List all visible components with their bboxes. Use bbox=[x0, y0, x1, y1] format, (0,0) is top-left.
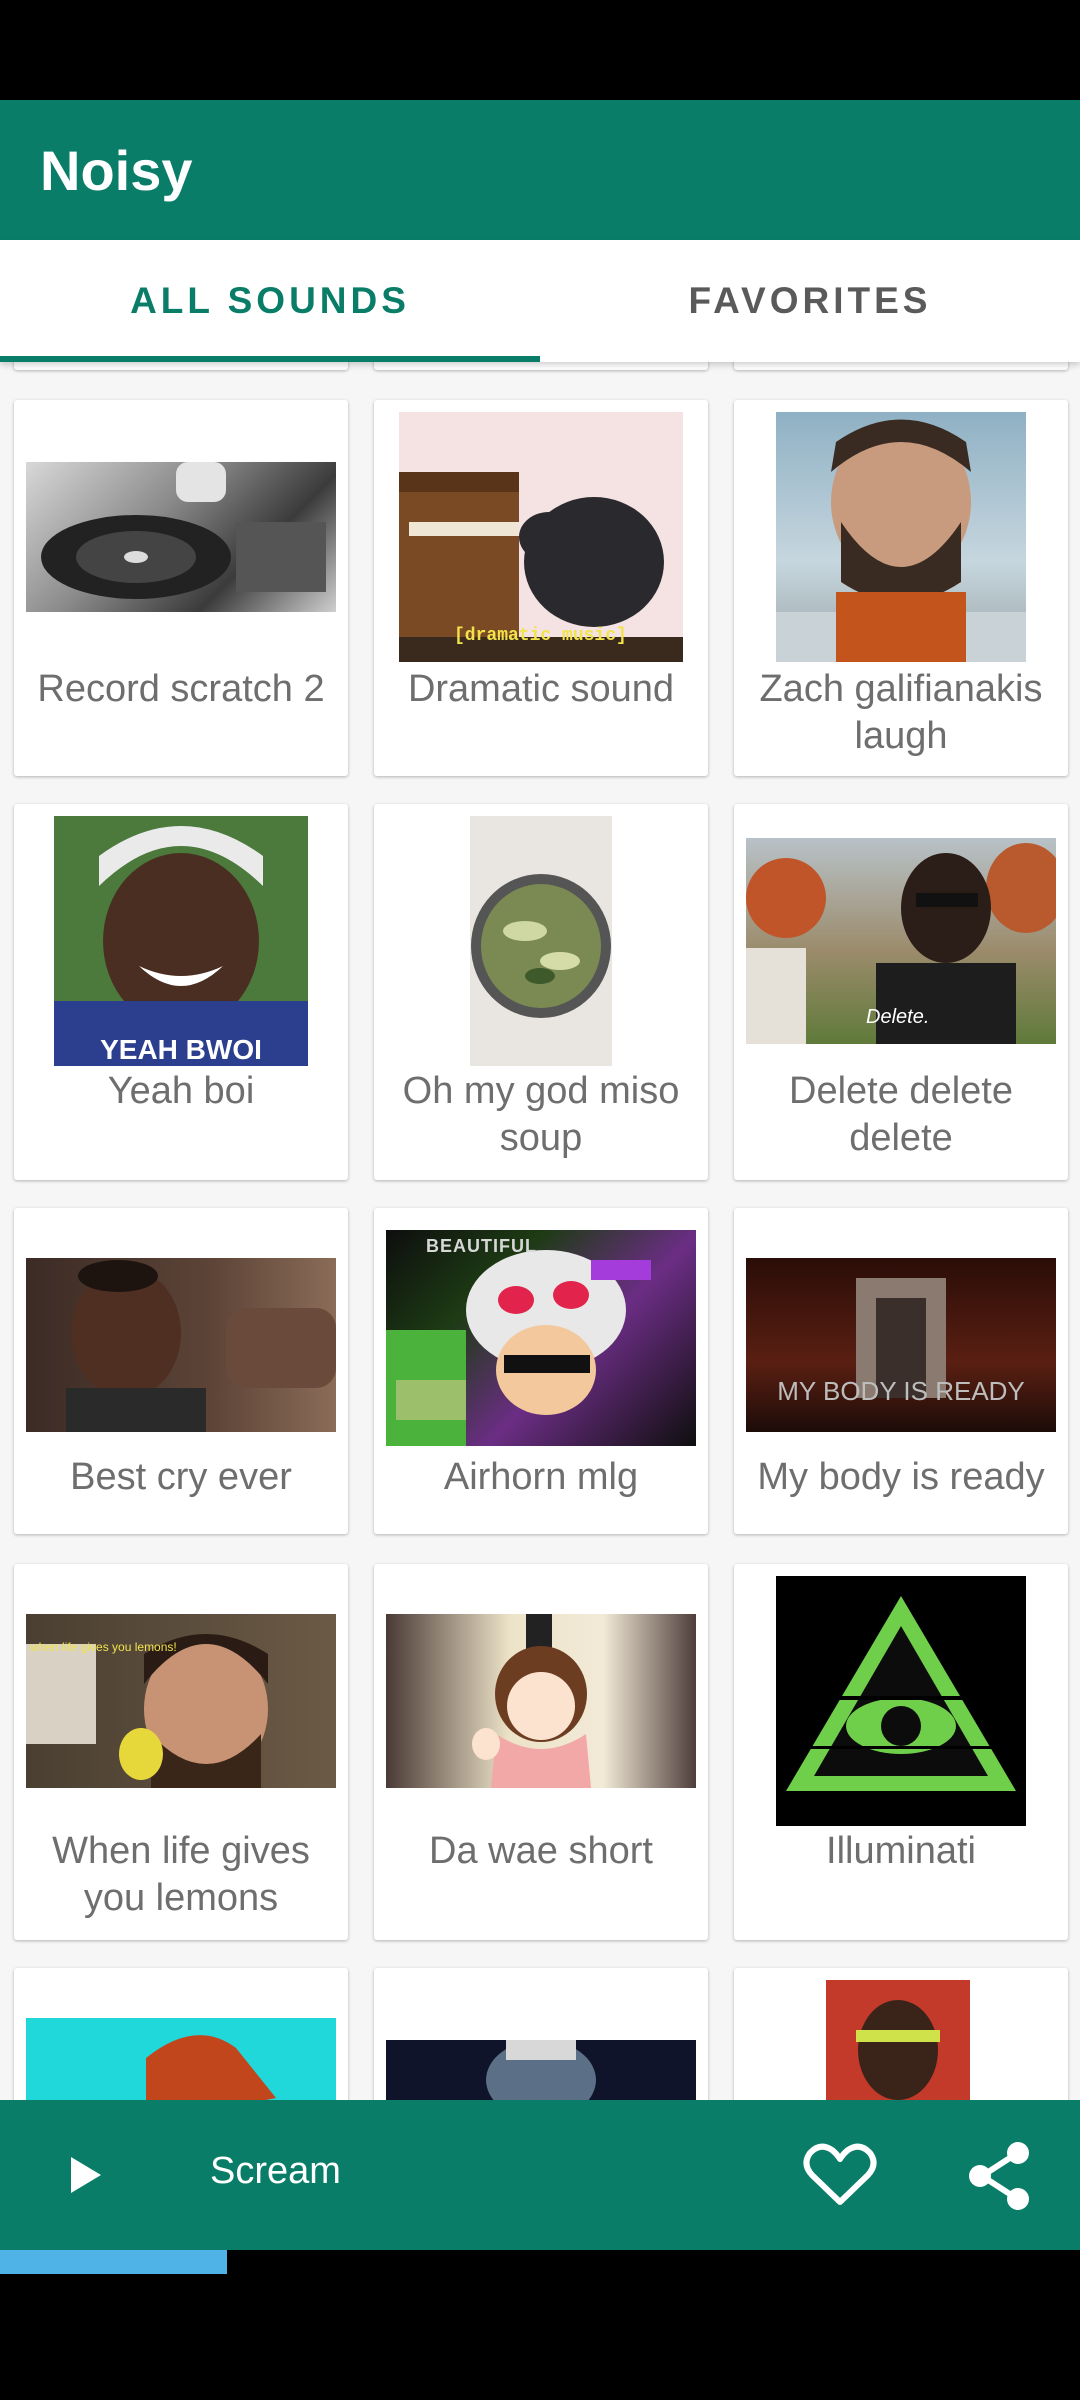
sound-thumbnail: when life gives you lemons! bbox=[26, 1614, 336, 1788]
app-title: Noisy bbox=[40, 139, 193, 202]
progress-fill bbox=[0, 2250, 227, 2274]
sound-card-when-life-gives-you-lemons[interactable]: when life gives you lemons! When life gi… bbox=[14, 1564, 348, 1940]
sound-card-zach-galifianakis-laugh[interactable]: Zach galifianakis laugh bbox=[734, 400, 1068, 776]
sound-label: Da wae short bbox=[429, 1830, 653, 1872]
sound-thumbnail bbox=[826, 1980, 970, 2100]
now-playing-title: Scream bbox=[210, 2150, 341, 2192]
share-icon bbox=[969, 2142, 1029, 2210]
sound-card-yeah-boi[interactable]: YEAH BWOI Yeah boi bbox=[14, 804, 348, 1180]
status-bar bbox=[0, 0, 1080, 100]
sound-label: Dramatic sound bbox=[407, 668, 675, 710]
sound-label: Best cry ever bbox=[70, 1456, 292, 1498]
playback-progress[interactable] bbox=[0, 2250, 1080, 2274]
sound-card-my-body-is-ready[interactable]: MY BODY IS READY My body is ready bbox=[734, 1208, 1068, 1534]
play-icon bbox=[71, 2157, 101, 2193]
share-button[interactable] bbox=[960, 2138, 1040, 2214]
sound-label: Oh my god miso soup bbox=[402, 1070, 680, 1159]
player-bar: Scream bbox=[0, 2100, 1080, 2250]
sound-label: My body is ready bbox=[757, 1456, 1045, 1498]
heart-outline-icon bbox=[803, 2143, 877, 2205]
thumbnail-caption: BEAUTIFUL bbox=[426, 1236, 537, 1256]
sound-label: Zach galifianakis laugh bbox=[759, 668, 1043, 757]
favorite-button[interactable] bbox=[800, 2140, 880, 2210]
app-bar: Noisy bbox=[0, 100, 1080, 240]
sound-label: Illuminati bbox=[826, 1830, 976, 1872]
thumbnail-caption: when life gives you lemons! bbox=[30, 1640, 177, 1654]
sound-card-record-scratch-2[interactable]: Record scratch 2 bbox=[14, 400, 348, 776]
sound-card[interactable] bbox=[14, 362, 348, 370]
sound-thumbnail bbox=[26, 2018, 336, 2100]
sound-thumbnail bbox=[776, 1576, 1026, 1826]
sound-thumbnail bbox=[26, 462, 336, 612]
sound-label: When life gives you lemons bbox=[52, 1830, 310, 1919]
sound-card-oh-my-god-miso-soup[interactable]: Oh my god miso soup bbox=[374, 804, 708, 1180]
sound-card[interactable] bbox=[14, 1968, 348, 2100]
play-button[interactable] bbox=[52, 2142, 118, 2208]
thumbnail-caption: [dramatic music] bbox=[454, 626, 627, 646]
sound-card[interactable] bbox=[374, 362, 708, 370]
tab-indicator bbox=[0, 356, 540, 362]
sound-thumbnail bbox=[470, 816, 612, 1066]
tab-all-sounds[interactable]: ALL SOUNDS bbox=[0, 240, 540, 362]
sound-card-delete-delete-delete[interactable]: Delete. Delete delete delete bbox=[734, 804, 1068, 1180]
sound-thumbnail: YEAH BWOI bbox=[54, 816, 308, 1066]
sound-thumbnail bbox=[386, 1614, 696, 1788]
sound-card-da-wae-short[interactable]: Da wae short bbox=[374, 1564, 708, 1940]
tab-bar: ALL SOUNDS FAVORITES bbox=[0, 240, 1080, 362]
sound-thumbnail bbox=[776, 412, 1026, 662]
sound-label: Airhorn mlg bbox=[443, 1456, 639, 1498]
sound-thumbnail: Delete. bbox=[746, 838, 1056, 1044]
sound-thumbnail bbox=[386, 2040, 696, 2100]
sound-card[interactable] bbox=[734, 1968, 1068, 2100]
sound-card-best-cry-ever[interactable]: Best cry ever bbox=[14, 1208, 348, 1534]
sound-thumbnail: BEAUTIFUL bbox=[386, 1230, 696, 1446]
sound-card[interactable] bbox=[734, 362, 1068, 370]
thumbnail-caption: Delete. bbox=[866, 1006, 930, 1028]
sound-card-illuminati[interactable]: Illuminati bbox=[734, 1564, 1068, 1940]
sound-card-airhorn-mlg[interactable]: BEAUTIFUL Airhorn mlg bbox=[374, 1208, 708, 1534]
sound-card[interactable] bbox=[374, 1968, 708, 2100]
sound-label: Record scratch 2 bbox=[37, 668, 325, 710]
sound-thumbnail: MY BODY IS READY bbox=[746, 1258, 1056, 1432]
sound-thumbnail: [dramatic music] bbox=[399, 412, 683, 662]
sound-label: Delete delete delete bbox=[789, 1070, 1013, 1159]
sound-label: Yeah boi bbox=[107, 1070, 255, 1112]
sound-grid[interactable]: Record scratch 2 [dramatic music] Dramat… bbox=[0, 362, 1080, 2100]
tab-favorites[interactable]: FAVORITES bbox=[540, 240, 1080, 362]
sound-thumbnail bbox=[26, 1258, 336, 1432]
sound-card-dramatic-sound[interactable]: [dramatic music] Dramatic sound bbox=[374, 400, 708, 776]
thumbnail-caption: MY BODY IS READY bbox=[777, 1376, 1025, 1406]
thumbnail-caption: YEAH BWOI bbox=[100, 1034, 262, 1065]
